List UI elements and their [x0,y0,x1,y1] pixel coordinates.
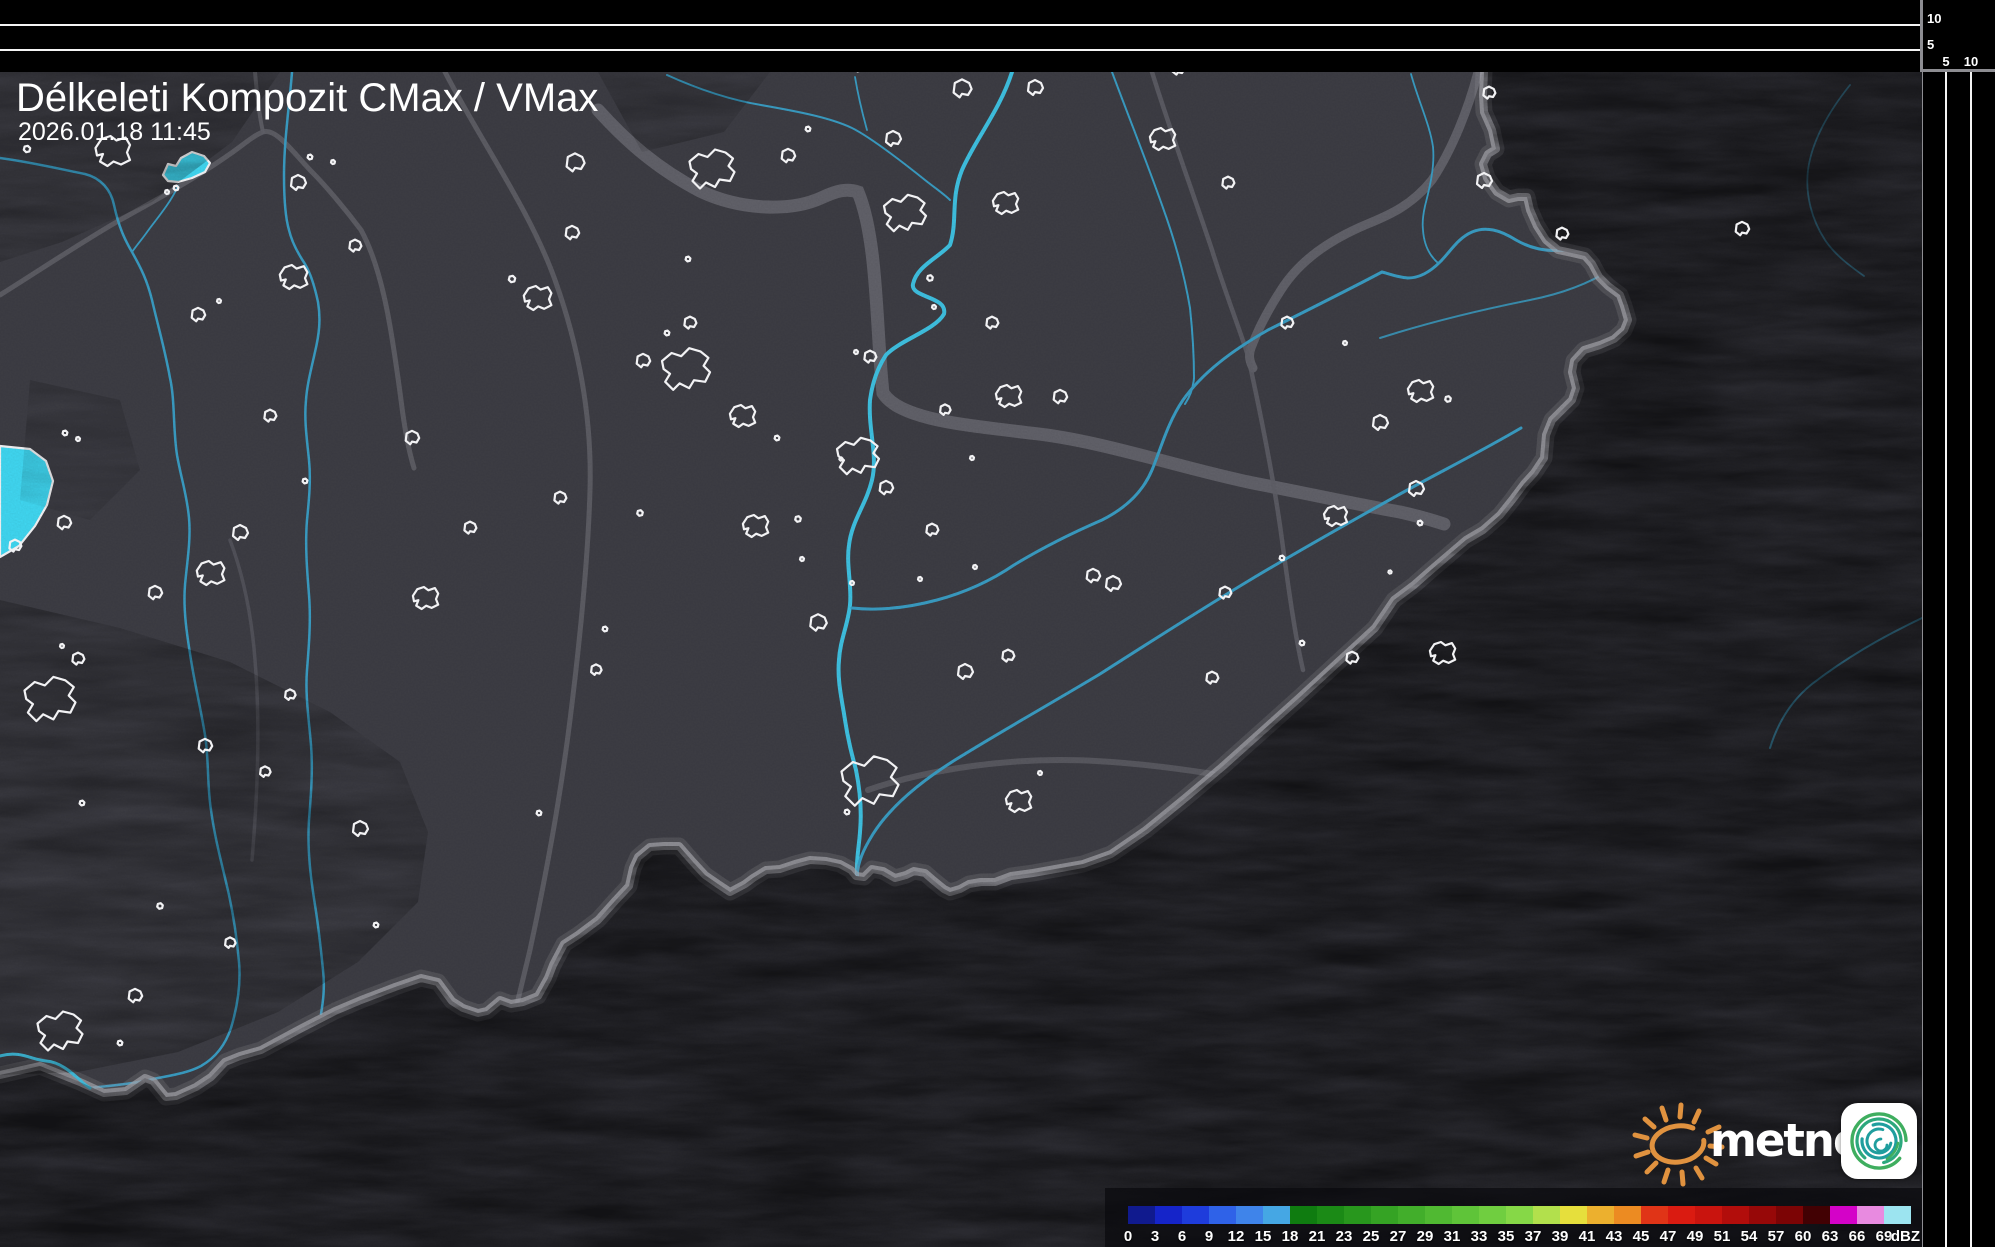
dbz-color-segment [1128,1206,1155,1224]
dbz-color-segment [1371,1206,1398,1224]
dbz-color-segment [1668,1206,1695,1224]
dbz-color-segment [1290,1206,1317,1224]
dbz-tick-label: 33 [1471,1228,1488,1245]
distance-axis-label-5: 5 [1942,55,1949,68]
dbz-tick-label: 15 [1255,1228,1272,1245]
dbz-color-segment [1830,1206,1857,1224]
dbz-tick-label: 9 [1205,1228,1213,1245]
map-timestamp: 2026.01.18 11:45 [18,118,211,147]
dbz-unit-label: dBZ [1891,1228,1920,1245]
dbz-tick-label: 12 [1228,1228,1245,1245]
height-axis-label-10: 10 [1927,12,1941,25]
dbz-tick-label: 37 [1525,1228,1542,1245]
dbz-tick-label: 35 [1498,1228,1515,1245]
dbz-tick-label: 21 [1309,1228,1326,1245]
dbz-color-segment [1236,1206,1263,1224]
dbz-color-segment [1182,1206,1209,1224]
dbz-tick-label: 6 [1178,1228,1186,1245]
radar-map-canvas[interactable] [0,72,1922,1247]
dbz-color-segment [1587,1206,1614,1224]
dbz-color-ramp [1128,1206,1911,1224]
spiral-icon [1841,1103,1917,1179]
dbz-tick-label: 54 [1741,1228,1758,1245]
dbz-tick-label: 43 [1606,1228,1623,1245]
height-gridline-5km [0,49,1922,51]
terrain-grain [0,72,1922,1247]
dbz-tick-label: 63 [1822,1228,1839,1245]
metnet-app-icon[interactable] [1841,1103,1917,1179]
height-axis-label-5: 5 [1927,38,1934,51]
dbz-color-segment [1614,1206,1641,1224]
dbz-color-segment [1776,1206,1803,1224]
top-profile-panel [0,0,1922,72]
dbz-tick-label: 31 [1444,1228,1461,1245]
dbz-tick-label: 45 [1633,1228,1650,1245]
dbz-color-segment [1155,1206,1182,1224]
dbz-tick-label: 47 [1660,1228,1677,1245]
dbz-tick-label: 0 [1124,1228,1132,1245]
dbz-color-segment [1857,1206,1884,1224]
height-gridline-5km-vertical [1945,72,1947,1247]
dbz-color-segment [1263,1206,1290,1224]
dbz-color-segment [1344,1206,1371,1224]
dbz-tick-label: 66 [1849,1228,1866,1245]
dbz-tick-label: 29 [1417,1228,1434,1245]
dbz-color-segment [1209,1206,1236,1224]
dbz-tick-label: 60 [1795,1228,1812,1245]
dbz-color-segment [1749,1206,1776,1224]
dbz-color-segment [1803,1206,1830,1224]
dbz-color-segment [1533,1206,1560,1224]
dbz-scale-bar: 0369121518212325272931333537394143454749… [1105,1188,1922,1247]
dbz-tick-label: 3 [1151,1228,1159,1245]
dbz-color-segment [1425,1206,1452,1224]
dbz-color-segment [1641,1206,1668,1224]
radar-app-screen: 10 5 5 10 Délkeleti Kompozit CMax / VMax… [0,0,1995,1247]
dbz-tick-label: 57 [1768,1228,1785,1245]
dbz-tick-label: 23 [1336,1228,1353,1245]
dbz-tick-label: 27 [1390,1228,1407,1245]
dbz-color-segment [1884,1206,1911,1224]
dbz-color-segment [1695,1206,1722,1224]
page-title: Délkeleti Kompozit CMax / VMax [16,76,598,121]
right-profile-panel: 10 5 5 10 [1922,0,1995,1247]
dbz-tick-label: 18 [1282,1228,1299,1245]
height-gridline-10km [0,24,1922,26]
dbz-tick-label: 51 [1714,1228,1731,1245]
dbz-color-segment [1317,1206,1344,1224]
dbz-tick-label: 25 [1363,1228,1380,1245]
dbz-tick-label: 49 [1687,1228,1704,1245]
dbz-color-segment [1452,1206,1479,1224]
distance-axis-label-10: 10 [1964,55,1978,68]
dbz-color-segment [1560,1206,1587,1224]
dbz-color-segment [1722,1206,1749,1224]
dbz-color-segment [1506,1206,1533,1224]
corner-axis-line [1922,69,1995,72]
dbz-tick-label: 41 [1579,1228,1596,1245]
dbz-tick-label: 39 [1552,1228,1569,1245]
dbz-color-segment [1398,1206,1425,1224]
dbz-color-segment [1479,1206,1506,1224]
height-gridline-10km-vertical [1970,72,1972,1247]
dbz-tick-label: 69 [1876,1228,1893,1245]
